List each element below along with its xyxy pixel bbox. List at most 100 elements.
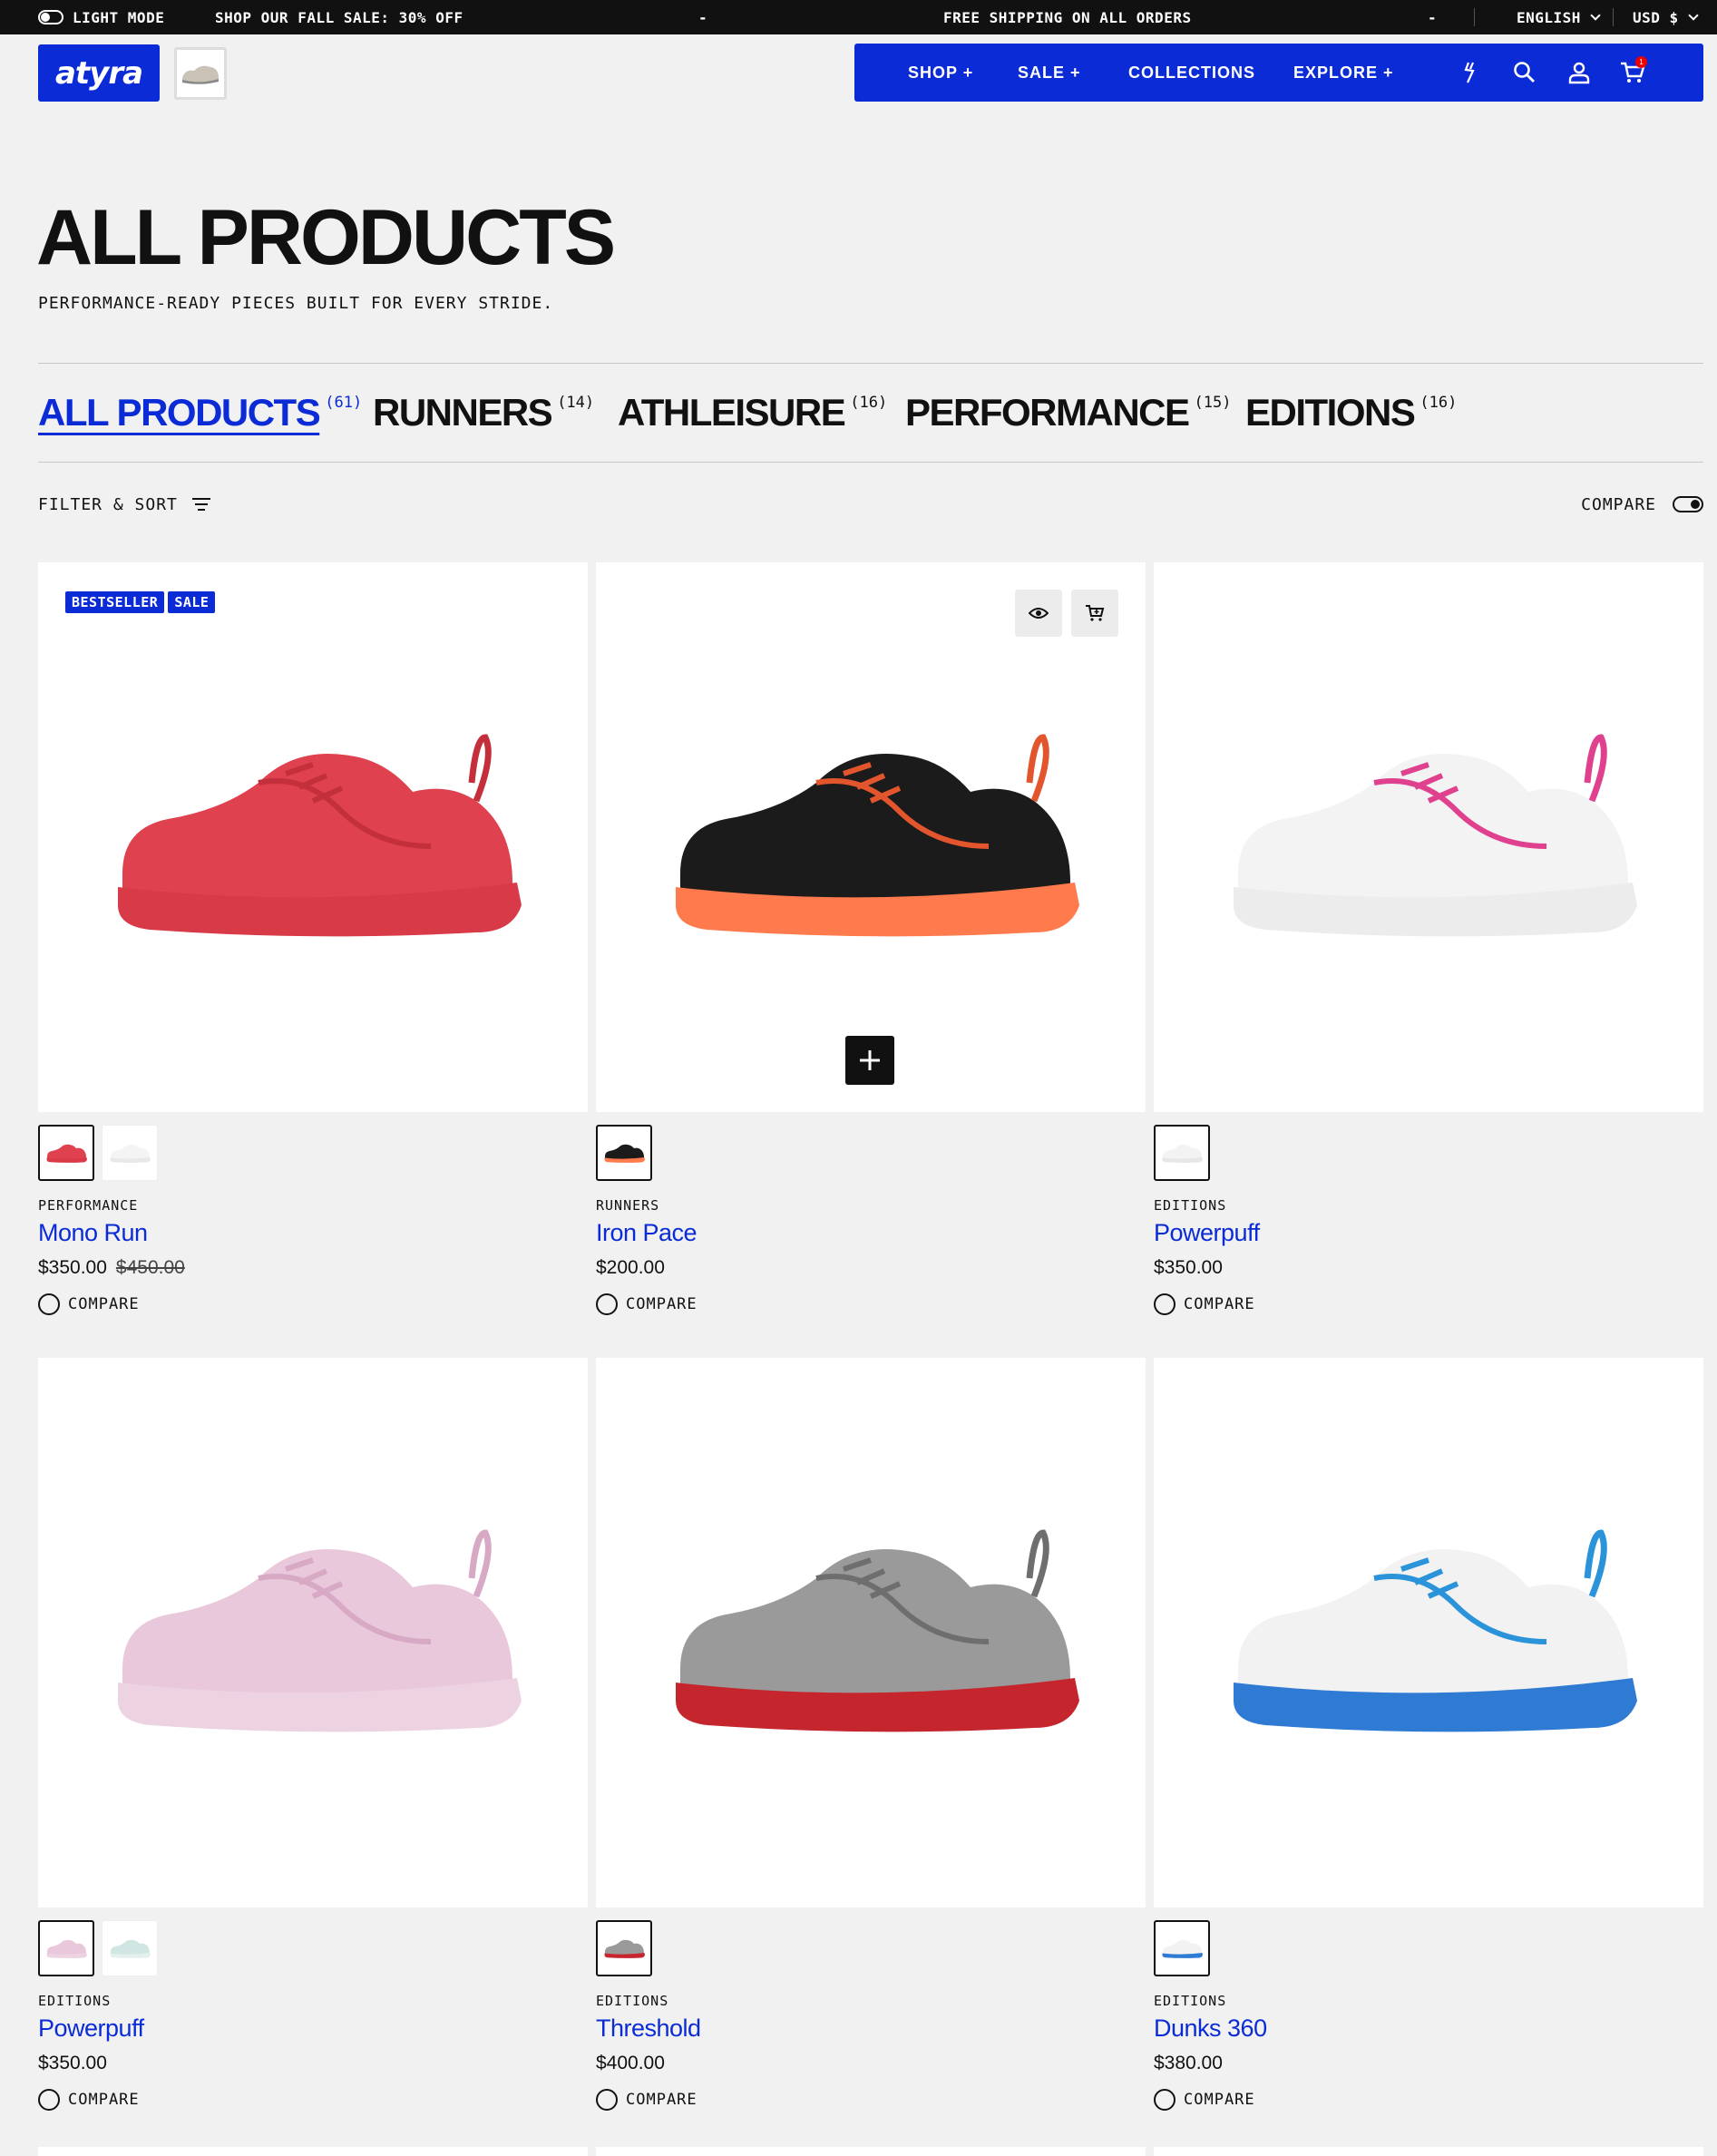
divider (38, 363, 1703, 364)
tab-count: (61) (325, 394, 363, 412)
product-category: RUNNERS (596, 1197, 660, 1214)
compare-checkbox[interactable]: COMPARE (38, 2089, 140, 2111)
color-swatch[interactable] (38, 1920, 94, 1976)
compare-label: COMPARE (68, 1295, 140, 1313)
color-swatches (596, 1125, 652, 1181)
product-card[interactable]: EDITIONS Powerpuff $350.00 COMPARE (38, 1358, 588, 2120)
lightning-icon[interactable] (1455, 44, 1488, 102)
product-card[interactable]: BESTSELLER SALE PERFORMANCE Mono Run $350.0… (38, 562, 588, 1324)
product-price: $380.00 (1154, 2053, 1223, 2074)
product-card-partial (596, 2147, 1146, 2156)
light-mode-toggle[interactable]: LIGHT MODE (38, 0, 164, 34)
nav-sale[interactable]: SALE + (1018, 44, 1081, 102)
color-swatch[interactable] (38, 1125, 94, 1181)
product-price: $350.00 (38, 2053, 107, 2074)
tab-athleisure[interactable]: ATHLEISURE (16) (618, 386, 887, 439)
product-name[interactable]: Threshold (596, 2015, 701, 2043)
compare-label: COMPARE (626, 2091, 698, 2109)
tab-editions[interactable]: EDITIONS (16) (1245, 386, 1457, 439)
quick-view-button[interactable] (1015, 590, 1062, 637)
product-card-partial (38, 2147, 588, 2156)
currency-selector[interactable]: USD $ (1633, 0, 1699, 34)
tab-performance[interactable]: PERFORMANCE (15) (905, 386, 1231, 439)
announcement-bar: LIGHT MODE SHOP OUR FALL SALE: 30% OFF -… (0, 0, 1717, 34)
product-card[interactable]: EDITIONS Powerpuff $350.00 COMPARE (1154, 562, 1703, 1324)
tab-all-products[interactable]: ALL PRODUCTS (61) (38, 386, 362, 439)
filter-icon (191, 497, 210, 512)
logo-text: atyra (54, 54, 143, 92)
product-name[interactable]: Dunks 360 (1154, 2015, 1267, 2043)
tab-label: PERFORMANCE (905, 391, 1190, 434)
logo[interactable]: atyra (38, 44, 160, 102)
compare-checkbox[interactable]: COMPARE (38, 1293, 140, 1315)
product-price: $350.00 $450.00 (38, 1257, 185, 1279)
toggle-icon (38, 10, 63, 24)
sale-announcement[interactable]: SHOP OUR FALL SALE: 30% OFF (215, 0, 463, 34)
add-to-cart-button[interactable] (845, 1036, 894, 1085)
color-swatch[interactable] (1154, 1125, 1210, 1181)
product-price: $400.00 (596, 2053, 665, 2074)
color-swatch[interactable] (596, 1125, 652, 1181)
radio-icon (38, 1293, 60, 1315)
nav-shop[interactable]: SHOP + (908, 44, 973, 102)
product-image[interactable] (1154, 1358, 1703, 1907)
compare-toggle[interactable]: COMPARE (1581, 492, 1703, 517)
compare-checkbox[interactable]: COMPARE (596, 1293, 698, 1315)
product-card[interactable]: EDITIONS Threshold $400.00 COMPARE (596, 1358, 1146, 2120)
radio-icon (1154, 1293, 1176, 1315)
tab-count: (14) (557, 394, 595, 412)
product-name[interactable]: Powerpuff (38, 2015, 144, 2043)
compare-label: COMPARE (1184, 2091, 1255, 2109)
product-name[interactable]: Mono Run (38, 1219, 148, 1247)
currency-label: USD $ (1633, 8, 1679, 26)
divider (38, 462, 1703, 463)
radio-icon (1154, 2089, 1176, 2111)
compare-checkbox[interactable]: COMPARE (1154, 2089, 1255, 2111)
status-badge: SALE (168, 591, 216, 613)
language-selector[interactable]: ENGLISH (1517, 0, 1601, 34)
radio-icon (38, 2089, 60, 2111)
compare-label: COMPARE (1581, 494, 1656, 514)
compare-label: COMPARE (626, 1295, 698, 1313)
language-label: ENGLISH (1517, 8, 1581, 26)
compare-checkbox[interactable]: COMPARE (596, 2089, 698, 2111)
main-nav: SHOP + SALE + COLLECTIONS EXPLORE + 1 (854, 44, 1703, 102)
featured-product-thumbnail[interactable] (174, 47, 227, 100)
current-price: $350.00 (38, 1257, 107, 1278)
color-swatch[interactable] (596, 1920, 652, 1976)
plus-icon (860, 1050, 880, 1070)
product-card[interactable]: RUNNERS Iron Pace $200.00 COMPARE (596, 562, 1146, 1324)
product-category: EDITIONS (596, 1993, 669, 2009)
tab-label: EDITIONS (1245, 391, 1416, 434)
account-icon[interactable] (1563, 44, 1595, 102)
product-image[interactable] (596, 562, 1146, 1112)
product-category: PERFORMANCE (38, 1197, 139, 1214)
product-image[interactable]: BESTSELLER SALE (38, 562, 588, 1112)
nav-collections[interactable]: COLLECTIONS (1128, 44, 1255, 102)
product-image[interactable] (596, 1358, 1146, 1907)
compare-checkbox[interactable]: COMPARE (1154, 1293, 1255, 1315)
tab-label: RUNNERS (373, 391, 553, 434)
color-swatch[interactable] (102, 1920, 158, 1976)
cart-icon[interactable]: 1 (1616, 44, 1649, 102)
badge-group: BESTSELLER SALE (65, 591, 216, 613)
filter-sort-button[interactable]: FILTER & SORT (38, 492, 210, 517)
color-swatches (38, 1125, 158, 1181)
nav-explore[interactable]: EXPLORE + (1293, 44, 1394, 102)
product-card[interactable]: EDITIONS Dunks 360 $380.00 COMPARE (1154, 1358, 1703, 2120)
product-image[interactable] (1154, 562, 1703, 1112)
current-price: $350.00 (1154, 1257, 1223, 1278)
product-image[interactable] (38, 1358, 588, 1907)
color-swatches (596, 1920, 652, 1976)
page-title: ALL PRODUCTS (36, 194, 616, 281)
color-swatch[interactable] (102, 1125, 158, 1181)
product-name[interactable]: Powerpuff (1154, 1219, 1260, 1247)
product-card-partial (1154, 2147, 1703, 2156)
tab-runners[interactable]: RUNNERS (14) (373, 386, 594, 439)
current-price: $350.00 (38, 2053, 107, 2073)
color-swatches (1154, 1920, 1210, 1976)
color-swatch[interactable] (1154, 1920, 1210, 1976)
product-name[interactable]: Iron Pace (596, 1219, 698, 1247)
search-icon[interactable] (1508, 44, 1541, 102)
quick-add-to-cart-button[interactable] (1071, 590, 1118, 637)
